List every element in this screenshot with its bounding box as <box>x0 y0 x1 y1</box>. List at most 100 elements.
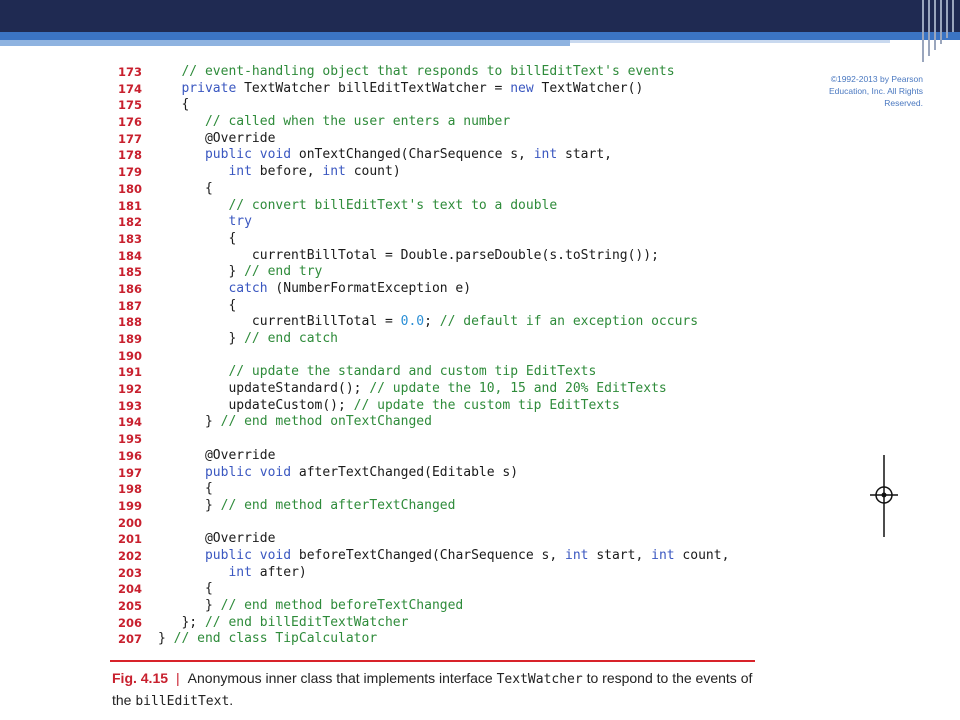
code-line: 207} // end class TipCalculator <box>118 631 778 648</box>
code-token: // end try <box>244 264 323 280</box>
code-token: (NumberFormatException e) <box>267 280 472 296</box>
code-line: 176 // called when the user enters a num… <box>118 114 778 131</box>
code-line: 174 private TextWatcher billEditTextWatc… <box>118 81 778 98</box>
code-token: int <box>228 564 252 580</box>
code-token: // end method afterTextChanged <box>220 497 456 513</box>
code-token: // update the standard and custom tip Ed… <box>228 364 597 380</box>
code-line: 173 // event-handling object that respon… <box>118 64 778 81</box>
copyright-notice: ©1992-2013 by Pearson Education, Inc. Al… <box>790 73 923 109</box>
line-code: public void afterTextChanged(Editable s) <box>158 465 518 482</box>
line-number: 181 <box>118 198 143 213</box>
header-stripes <box>920 0 960 62</box>
line-number: 202 <box>118 548 143 563</box>
line-number: 201 <box>118 532 143 547</box>
line-number: 197 <box>118 465 143 480</box>
code-token: // update the 10, 15 and 20% EditTexts <box>369 381 667 397</box>
line-number: 187 <box>118 298 143 313</box>
code-line: 192 updateStandard(); // update the 10, … <box>118 381 778 398</box>
code-line: 187 { <box>118 298 778 315</box>
line-number: 175 <box>118 98 143 113</box>
line-number: 184 <box>118 248 143 263</box>
code-token: // default if an exception occurs <box>439 314 699 330</box>
code-token: void <box>259 464 292 480</box>
code-token: int <box>533 147 558 163</box>
code-line: 177 @Override <box>118 131 778 148</box>
copyright-line: Reserved. <box>884 98 923 108</box>
code-token: onTextChanged(CharSequence s, <box>291 147 534 163</box>
code-token: } <box>158 331 245 346</box>
code-token: { <box>158 481 213 497</box>
code-line: 193 updateCustom(); // update the custom… <box>118 398 778 415</box>
code-token: start, <box>557 147 612 163</box>
caption-divider <box>110 660 755 662</box>
code-token: afterTextChanged(Editable s) <box>291 464 519 480</box>
line-number: 191 <box>118 365 143 380</box>
code-line: 178 public void onTextChanged(CharSequen… <box>118 147 778 164</box>
line-code: { <box>158 231 236 248</box>
code-line: 199 } // end method afterTextChanged <box>118 498 778 515</box>
code-token: public <box>204 547 252 563</box>
line-number: 189 <box>118 332 143 346</box>
line-number: 173 <box>118 65 143 79</box>
line-code: { <box>158 481 213 498</box>
code-token: void <box>259 147 292 163</box>
code-line: 194 } // end method onTextChanged <box>118 414 778 431</box>
line-number: 177 <box>118 131 143 146</box>
code-token: @Override <box>158 531 276 547</box>
code-token: try <box>228 214 252 230</box>
line-number: 174 <box>118 81 143 96</box>
code-token: public <box>204 464 252 480</box>
code-line: 190 <box>118 348 778 365</box>
code-line: 191 // update the standard and custom ti… <box>118 364 778 381</box>
code-token: currentBillTotal = Double.parseDouble(s.… <box>158 247 659 263</box>
caption-code: TextWatcher <box>496 672 583 687</box>
slide-header-band <box>0 32 960 40</box>
line-number: 186 <box>118 281 143 296</box>
line-number: 183 <box>118 231 143 246</box>
code-line: 195 <box>118 431 778 448</box>
code-token: count, <box>674 547 730 563</box>
line-number: 200 <box>118 515 143 530</box>
code-token: before, <box>251 164 323 180</box>
code-line: 183 { <box>118 231 778 248</box>
caption-code: billEditText <box>135 694 230 709</box>
line-code: updateCustom(); // update the custom tip… <box>158 398 619 415</box>
line-code: // update the standard and custom tip Ed… <box>158 364 596 381</box>
code-token: } <box>158 264 245 280</box>
figure-caption: Fig. 4.15 | Anonymous inner class that imp… <box>112 668 762 712</box>
line-code: } // end class TipCalculator <box>158 631 377 648</box>
code-token: public <box>204 147 252 163</box>
code-token: ; <box>424 314 440 330</box>
line-code: // event-handling object that responds t… <box>158 64 674 81</box>
line-number: 182 <box>118 215 143 230</box>
line-number: 193 <box>118 398 143 413</box>
line-number: 205 <box>118 599 143 613</box>
code-token: updateStandard(); <box>158 381 370 397</box>
line-code: { <box>158 97 189 114</box>
line-code: { <box>158 298 236 315</box>
line-code: currentBillTotal = Double.parseDouble(s.… <box>158 248 659 265</box>
code-line: 188 currentBillTotal = 0.0; // default i… <box>118 314 778 331</box>
copyright-line: Education, Inc. All Rights <box>828 86 923 96</box>
code-token: }; <box>158 614 205 630</box>
code-token: { <box>158 230 237 246</box>
code-line: 189 } // end catch <box>118 331 778 348</box>
code-token: // end method onTextChanged <box>220 414 432 430</box>
code-token: } <box>158 414 221 430</box>
code-token: { <box>158 581 213 597</box>
line-number: 176 <box>118 115 143 130</box>
code-line: 200 <box>118 515 778 532</box>
code-token: // end class TipCalculator <box>173 631 378 647</box>
code-line: 179 int before, int count) <box>118 164 778 181</box>
slide-header-band-light <box>0 40 570 46</box>
